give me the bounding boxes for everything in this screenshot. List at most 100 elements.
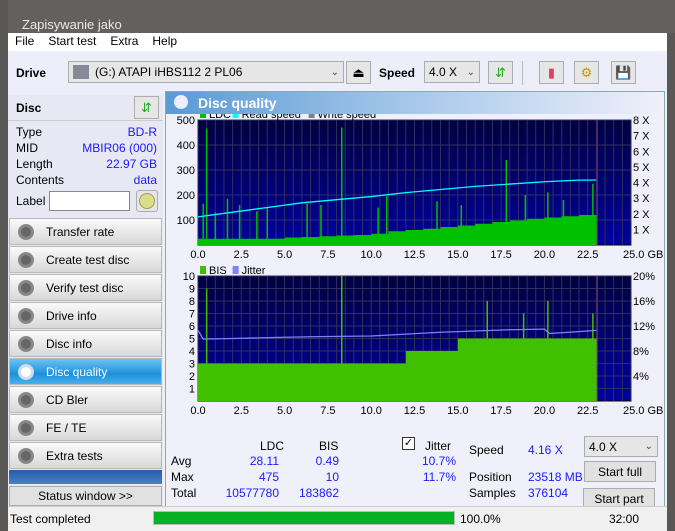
nav-cd-bler[interactable]: CD Bler	[9, 386, 162, 413]
nav-label: Drive info	[46, 308, 97, 323]
settings-button[interactable]: ⚙	[574, 61, 599, 84]
nav-footer	[9, 470, 162, 484]
erase-button[interactable]: ▮	[539, 61, 564, 84]
y-tick-label: 400	[177, 140, 195, 152]
x-tick-label: 5.0	[277, 405, 292, 417]
menu-start-test[interactable]: Start test	[41, 33, 103, 51]
x-tick-label: 20.0	[534, 249, 555, 261]
menu-help[interactable]: Help	[145, 33, 184, 51]
nav-extra-tests[interactable]: Extra tests	[9, 442, 162, 469]
x-tick-label: 7.5	[320, 405, 335, 417]
x-tick-label: 17.5	[490, 249, 511, 261]
data-bar	[509, 338, 528, 401]
samples-value: 376104	[528, 486, 569, 500]
drive-label: Drive	[16, 66, 47, 80]
toolbar: Drive (G:) ATAPI iHBS112 2 PL06 ⌄ ⏏ Speed…	[8, 51, 667, 95]
x-tick-label: 17.5	[490, 405, 511, 417]
nav-disc-info[interactable]: Disc info	[9, 330, 162, 357]
start-full-button[interactable]: Start full	[584, 461, 656, 482]
panel-title: Disc quality	[198, 95, 277, 111]
y2-tick-label: 8 X	[633, 115, 650, 127]
menu-extra[interactable]: Extra	[103, 33, 145, 51]
disc-info-value: data	[133, 173, 157, 187]
data-bar	[215, 238, 234, 245]
status-window-button[interactable]: Status window >>	[9, 486, 162, 506]
data-bar	[579, 215, 597, 245]
disc-info-value: MBIR06 (000)	[82, 141, 157, 155]
data-bar	[440, 227, 459, 245]
data-bar	[405, 230, 424, 245]
label-input[interactable]	[49, 191, 130, 211]
y-tick-label: 200	[177, 190, 195, 202]
progress-bar	[153, 511, 455, 525]
menu-file[interactable]: File	[8, 33, 41, 51]
data-bar	[388, 363, 407, 401]
nav-fe-te[interactable]: FE / TE	[9, 414, 162, 441]
stats-panel: LDC BIS ✓ Jitter Avg 28.11 0.49 10.7% Max 475…	[166, 434, 664, 510]
data-bar	[423, 351, 441, 401]
speed-select[interactable]: 4.0 X ⌄	[424, 61, 480, 83]
y2-tick-label: 8%	[633, 346, 649, 358]
nav-drive-info[interactable]: Drive info	[9, 302, 162, 329]
test-speed-select[interactable]: 4.0 X ⌄	[584, 436, 658, 457]
label-label: Label	[16, 194, 46, 208]
y2-tick-label: 12%	[633, 321, 655, 333]
legend-label: Read speed	[242, 114, 301, 121]
disc-label-button[interactable]	[136, 190, 158, 212]
x-tick-label: 22.5	[577, 249, 598, 261]
disc-quality-panel: Disc quality 100 200 300 400 500 1 X 2 X 3 X 4 X…	[165, 91, 665, 509]
jitter-value: 11.7%	[422, 470, 456, 484]
disc-info-key: Length	[16, 157, 53, 171]
status-text: Test completed	[10, 512, 91, 526]
stat-row-label: Total	[171, 486, 197, 500]
data-bar	[301, 237, 320, 245]
refresh-button[interactable]: ⇵	[488, 61, 513, 84]
legend-swatch	[232, 266, 239, 274]
data-bar	[527, 218, 545, 245]
x-tick-label: 2.5	[234, 405, 249, 417]
disc-info-key: MID	[16, 141, 38, 155]
x-tick-label: 15.0	[447, 249, 468, 261]
x-tick-label: 10.0	[360, 249, 381, 261]
nav-disc-quality[interactable]: Disc quality	[9, 358, 162, 385]
nav-label: FE / TE	[46, 420, 87, 435]
x-tick-label: 5.0	[277, 249, 292, 261]
disc-info-row: Type BD-R	[8, 125, 163, 141]
refresh-icon: ⇵	[141, 99, 152, 115]
divider	[522, 61, 523, 85]
x-tick-label: 25.0 GB	[623, 405, 663, 417]
disc-info-key: Contents	[16, 173, 65, 187]
data-bar	[353, 363, 372, 401]
data-bar	[215, 363, 234, 401]
disc-info-row: Contents data	[8, 173, 163, 189]
x-tick-label: 0.0	[190, 405, 205, 417]
bis-value: 10	[325, 470, 339, 484]
position-value: 23518 MB	[528, 470, 583, 484]
nav-transfer-rate[interactable]: Transfer rate	[9, 218, 162, 245]
progress-text: 100.0%	[460, 512, 501, 526]
data-bar	[544, 338, 563, 401]
chevron-down-icon: ⌄	[466, 66, 475, 78]
nav-label: Create test disc	[46, 252, 130, 267]
y-tick-label: 500	[177, 115, 195, 127]
speed-value: 4.16 X	[528, 443, 563, 457]
window-title: Zapisywanie jako	[8, 0, 675, 33]
chevron-down-icon: ⌄	[644, 441, 653, 452]
nav-create-test-disc[interactable]: Create test disc	[9, 246, 162, 273]
data-bar	[232, 363, 251, 401]
drive-select[interactable]: (G:) ATAPI iHBS112 2 PL06 ⌄	[68, 61, 344, 83]
y2-tick-label: 4 X	[633, 178, 650, 190]
data-bar	[284, 363, 303, 401]
jitter-value: 10.7%	[421, 454, 456, 468]
nav-verify-test-disc[interactable]: Verify test disc	[9, 274, 162, 301]
disc-info-value: 22.97 GB	[106, 157, 157, 171]
save-button[interactable]: 💾	[611, 61, 636, 84]
nav-label: Transfer rate	[46, 224, 115, 239]
eject-button[interactable]: ⏏	[346, 61, 371, 84]
data-bar	[492, 338, 511, 401]
jitter-checkbox[interactable]: ✓	[402, 437, 415, 450]
y-tick-label: 100	[177, 215, 195, 227]
disc-refresh-button[interactable]: ⇵	[134, 96, 159, 119]
nav-label: Extra tests	[46, 448, 103, 463]
y-tick-label: 5	[189, 334, 195, 346]
